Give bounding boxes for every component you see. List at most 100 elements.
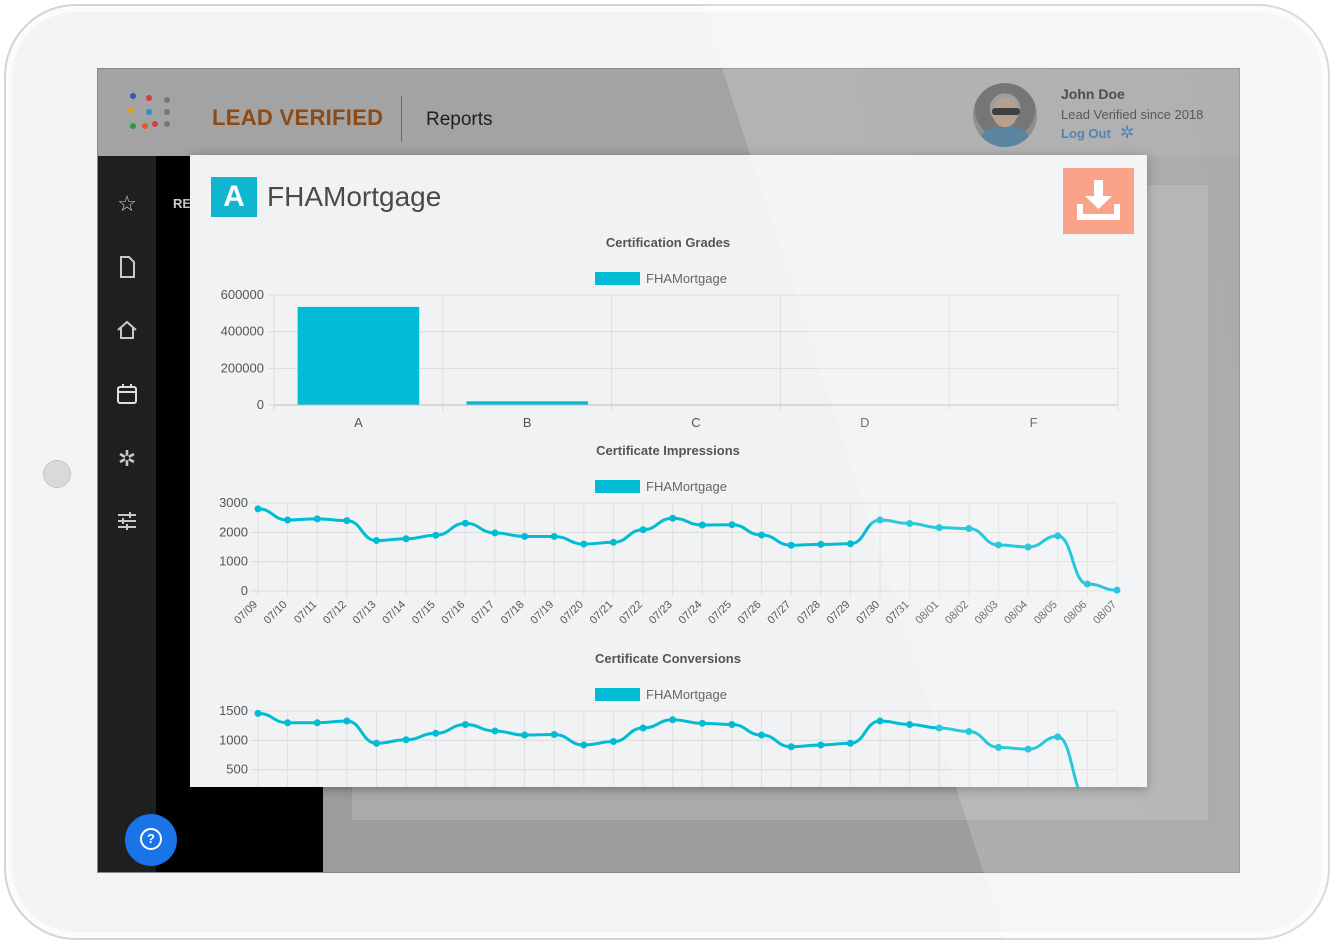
x-tick-label: 07/20 (558, 599, 586, 627)
data-point (284, 516, 292, 524)
x-tick-label: 07/10 (262, 599, 290, 627)
data-point (995, 541, 1003, 549)
y-tick-label: 1000 (219, 732, 248, 747)
x-tick-label: 07/11 (292, 599, 319, 626)
y-tick-label: 400000 (221, 324, 264, 339)
x-tick-label: 08/02 (943, 599, 971, 627)
data-point (1024, 543, 1032, 551)
data-point (343, 717, 351, 725)
x-tick-label: 08/03 (973, 599, 1001, 627)
data-point (580, 741, 588, 749)
data-point (787, 541, 795, 549)
data-point (254, 709, 262, 717)
data-point (550, 730, 558, 738)
x-tick-label: 07/27 (765, 599, 793, 627)
data-point (402, 535, 410, 543)
x-tick-label: 08/06 (1062, 599, 1090, 627)
chart-title: Certificate Conversions (595, 651, 741, 666)
data-point (669, 514, 677, 522)
data-point (372, 537, 380, 545)
avatar-body (981, 127, 1029, 147)
avatar[interactable] (973, 83, 1037, 147)
data-point (372, 739, 380, 747)
x-tick-label: 07/26 (736, 599, 764, 627)
data-point (1113, 586, 1121, 594)
brand-name: LEAD VERIFIED (212, 105, 384, 130)
data-point (313, 719, 321, 727)
gear-icon[interactable]: ✲ (114, 446, 140, 472)
data-point (817, 741, 825, 749)
avatar-glasses (992, 108, 1020, 115)
legend-swatch (595, 480, 640, 493)
help-icon: ? (140, 828, 162, 851)
data-point (461, 720, 469, 728)
chart-title: Certification Grades (606, 235, 730, 250)
sidebar: ☆ ✲ (98, 156, 156, 872)
data-point (284, 719, 292, 727)
x-tick-label: 07/24 (676, 599, 704, 627)
x-tick-label: 07/30 (854, 599, 882, 627)
home-icon[interactable] (114, 318, 140, 344)
data-point (728, 720, 736, 728)
data-point (432, 729, 440, 737)
x-tick-label: 08/04 (1002, 599, 1030, 627)
data-point (343, 517, 351, 525)
conversions-chart: Certificate Conversions FHAMortgage 1500 10… (219, 651, 1118, 787)
legend-label: FHAMortgage (646, 687, 727, 702)
x-tick-label: 07/14 (380, 599, 408, 627)
data-point (698, 719, 706, 727)
logout-link[interactable]: Log Out (1061, 126, 1111, 141)
bar (466, 401, 588, 405)
x-tick-label: 08/05 (1032, 599, 1060, 627)
data-point (906, 720, 914, 728)
legend-label: FHAMortgage (646, 271, 727, 286)
x-tick-label: 07/28 (795, 599, 823, 627)
help-button[interactable]: ? (125, 814, 177, 866)
data-point (254, 505, 262, 513)
data-point (787, 743, 795, 751)
data-point (521, 532, 529, 540)
page-title: Reports (426, 109, 493, 130)
logo-icon (128, 93, 178, 139)
x-tick-label: 07/25 (706, 599, 734, 627)
download-button[interactable] (1063, 168, 1134, 234)
data-point (1083, 580, 1091, 588)
panel-heading: RE (173, 196, 192, 211)
sliders-icon[interactable] (114, 509, 140, 535)
data-point (669, 716, 677, 724)
series-line (257, 711, 1080, 787)
x-tick-label: 07/09 (232, 599, 260, 627)
data-point (817, 540, 825, 548)
calendar-icon[interactable] (114, 382, 140, 408)
x-tick-label: 07/31 (884, 599, 912, 627)
data-point (935, 524, 943, 532)
data-point (1024, 745, 1032, 753)
data-point (402, 736, 410, 744)
data-point (876, 516, 884, 524)
data-point (521, 731, 529, 739)
x-tick-label: 07/15 (410, 599, 438, 627)
data-point (995, 743, 1003, 751)
series-line (257, 507, 1118, 592)
grade-badge: A (211, 177, 257, 217)
data-point (609, 738, 617, 746)
data-point (609, 538, 617, 546)
data-point (758, 531, 766, 539)
star-icon[interactable]: ☆ (114, 191, 140, 217)
gear-icon[interactable]: ✲ (1120, 124, 1134, 141)
x-tick-label: B (523, 415, 532, 430)
x-tick-label: 08/07 (1091, 599, 1119, 627)
data-point (935, 724, 943, 732)
document-icon[interactable] (114, 255, 140, 281)
y-tick-label: 0 (257, 397, 264, 412)
legend-swatch (595, 688, 640, 701)
download-icon (1077, 180, 1120, 220)
data-point (1054, 733, 1062, 741)
data-point (639, 526, 647, 534)
data-point (965, 525, 973, 533)
y-tick-label: 1000 (219, 554, 248, 569)
data-point (1054, 532, 1062, 540)
data-point (906, 520, 914, 528)
data-point (728, 521, 736, 529)
x-tick-label: 07/18 (499, 599, 527, 627)
